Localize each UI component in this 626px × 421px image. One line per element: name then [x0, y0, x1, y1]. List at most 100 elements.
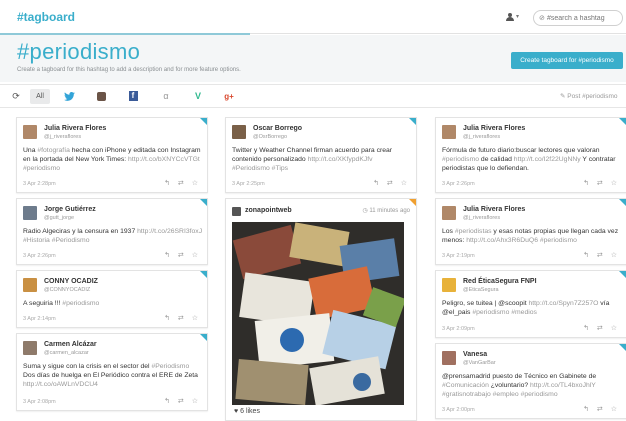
tagboard-logo[interactable]: #tagboard — [17, 10, 75, 24]
avatar[interactable] — [232, 207, 241, 216]
post-text: Radio Algeciras y la censura en 1937 htt… — [23, 228, 203, 244]
avatar[interactable] — [23, 125, 37, 139]
author-name[interactable]: Carmen Alcázar — [44, 341, 97, 348]
instagram-icon[interactable] — [94, 89, 108, 104]
vine-icon[interactable]: V — [191, 89, 205, 104]
author-name[interactable]: zonapointweb — [245, 207, 292, 214]
post-time[interactable]: 3 Apr 2:19pm — [442, 253, 475, 259]
post-text: Twitter y Weather Channel firman acuerdo… — [232, 147, 393, 172]
post-time[interactable]: 3 Apr 2:26pm — [442, 181, 475, 187]
post-card[interactable]: CONNY OCADIZ @CONNYOCADIZ A seguiria !!!… — [16, 270, 208, 328]
twitter-corner-icon — [619, 118, 626, 125]
avatar[interactable] — [442, 125, 456, 139]
post-time[interactable]: 3 Apr 2:09pm — [442, 326, 475, 332]
author-handle[interactable]: @j_riveraflores — [44, 134, 81, 140]
avatar[interactable] — [232, 125, 246, 139]
post-hashtag-button[interactable]: ✎ Post #periodismo — [560, 89, 626, 104]
post-time[interactable]: 3 Apr 2:28pm — [23, 181, 56, 187]
post-actions[interactable]: ↰ ⇄ ☆ — [164, 179, 201, 187]
avatar[interactable] — [23, 341, 37, 355]
search-box[interactable]: ⊘ — [533, 10, 623, 26]
post-actions[interactable]: ↰ ⇄ ☆ — [164, 251, 201, 259]
avatar[interactable] — [23, 206, 37, 220]
alpha-network-icon[interactable]: α — [159, 89, 173, 104]
post-card[interactable]: Julia Rivera Flores @j_riveraflores Fórm… — [435, 117, 626, 193]
post-text: Los #periodistas y esas notas propias qu… — [442, 228, 619, 244]
author-name[interactable]: Red ÉticaSegura FNPI — [463, 278, 537, 285]
post-card[interactable]: Jorge Gutiérrez @gutt_jorge Radio Algeci… — [16, 198, 208, 265]
author-handle[interactable]: @gutt_jorge — [44, 215, 74, 221]
post-time[interactable]: 3 Apr 2:08pm — [23, 399, 56, 405]
post-text: A seguiria !!! #periodismo — [23, 300, 100, 307]
facebook-icon[interactable]: f — [126, 89, 140, 104]
twitter-corner-icon — [200, 334, 207, 341]
network-filter-bar: ⟳ All f α V g+ ✎ Post #periodismo — [0, 84, 626, 108]
top-bar: #tagboard ▾ ⊘ — [0, 0, 626, 35]
refresh-icon[interactable]: ⟳ — [10, 89, 22, 104]
post-actions[interactable]: ↰ ⇄ ☆ — [164, 397, 201, 405]
likes-count[interactable]: ♥ 6 likes — [234, 408, 260, 415]
page-subtitle: Create a tagboard for this hashtag to ad… — [17, 67, 241, 73]
post-time[interactable]: 3 Apr 2:14pm — [23, 316, 56, 322]
post-actions[interactable]: ↰ ⇄ ☆ — [583, 251, 620, 259]
author-handle[interactable]: @carmen_alcazar — [44, 350, 89, 356]
chevron-down-icon[interactable]: ▾ — [516, 13, 519, 20]
post-actions[interactable]: ↰ ⇄ ☆ — [164, 314, 201, 322]
user-icon[interactable] — [506, 13, 514, 21]
post-text: Suma y sigue con la crisis en el sector … — [23, 363, 198, 388]
twitter-corner-icon — [619, 199, 626, 206]
post-card[interactable]: Carmen Alcázar @carmen_alcazar Suma y si… — [16, 333, 208, 411]
post-text: Fórmula de futuro diario:buscar lectores… — [442, 147, 616, 172]
author-handle[interactable]: @OsrBorrego — [253, 134, 287, 140]
avatar[interactable] — [442, 278, 456, 292]
google-plus-icon[interactable]: g+ — [222, 89, 236, 104]
author-name[interactable]: Oscar Borrego — [253, 125, 302, 132]
twitter-corner-icon — [200, 199, 207, 206]
post-card[interactable]: Red ÉticaSegura FNPI @EticaSegura Peligr… — [435, 270, 626, 338]
post-text: @prensamadrid puesto de Técnico en Gabin… — [442, 373, 597, 398]
post-time[interactable]: 3 Apr 2:26pm — [23, 253, 56, 259]
twitter-icon[interactable] — [62, 89, 76, 104]
avatar[interactable] — [442, 351, 456, 365]
search-input[interactable] — [547, 13, 619, 23]
post-card[interactable]: Vanesa @VanGarBar @prensamadrid puesto d… — [435, 343, 626, 419]
create-tagboard-button[interactable]: Create tagboard for #periodismo — [511, 52, 623, 69]
author-name[interactable]: Jorge Gutiérrez — [44, 206, 96, 213]
post-actions[interactable]: ↰ ⇄ ☆ — [583, 179, 620, 187]
comment-icon: ✎ — [560, 93, 566, 100]
twitter-corner-icon — [619, 344, 626, 351]
twitter-corner-icon — [409, 118, 416, 125]
author-name[interactable]: Julia Rivera Flores — [463, 206, 525, 213]
author-handle[interactable]: @j_riveraflores — [463, 134, 500, 140]
author-name[interactable]: Julia Rivera Flores — [463, 125, 525, 132]
twitter-corner-icon — [200, 118, 207, 125]
author-handle[interactable]: @j_riveraflores — [463, 215, 500, 221]
author-name[interactable]: CONNY OCADIZ — [44, 278, 98, 285]
twitter-corner-icon — [619, 271, 626, 278]
post-text: Peligro, se tuitea | @scoopit http://t.c… — [442, 300, 610, 316]
search-icon: ⊘ — [539, 15, 545, 22]
post-text: Una #fotografía hecha con iPhone y edita… — [23, 147, 201, 172]
page-title: #periodismo — [17, 39, 141, 64]
post-time[interactable]: 3 Apr 2:00pm — [442, 407, 475, 413]
avatar[interactable] — [23, 278, 37, 292]
author-name[interactable]: Julia Rivera Flores — [44, 125, 106, 132]
instagram-photo-card[interactable]: zonapointweb ◷ 11 minutes ago ♥ 6 likes — [225, 198, 417, 421]
author-handle[interactable]: @VanGarBar — [463, 360, 496, 366]
clock-icon: ◷ — [362, 208, 368, 214]
post-time[interactable]: 3 Apr 2:25pm — [232, 181, 265, 187]
post-actions[interactable]: ↰ ⇄ ☆ — [373, 179, 410, 187]
post-card[interactable]: Oscar Borrego @OsrBorrego Twitter y Weat… — [225, 117, 417, 193]
filter-all-tab[interactable]: All — [30, 89, 50, 104]
twitter-corner-icon — [200, 271, 207, 278]
author-handle[interactable]: @CONNYOCADIZ — [44, 287, 90, 293]
author-handle[interactable]: @EticaSegura — [463, 287, 499, 293]
author-name[interactable]: Vanesa — [463, 351, 487, 358]
post-actions[interactable]: ↰ ⇄ ☆ — [583, 405, 620, 413]
post-photo[interactable] — [232, 222, 404, 405]
post-time[interactable]: ◷ 11 minutes ago — [362, 207, 410, 214]
avatar[interactable] — [442, 206, 456, 220]
post-card[interactable]: Julia Rivera Flores @j_riveraflores Una … — [16, 117, 208, 193]
post-card[interactable]: Julia Rivera Flores @j_riveraflores Los … — [435, 198, 626, 265]
post-actions[interactable]: ↰ ⇄ ☆ — [583, 324, 620, 332]
